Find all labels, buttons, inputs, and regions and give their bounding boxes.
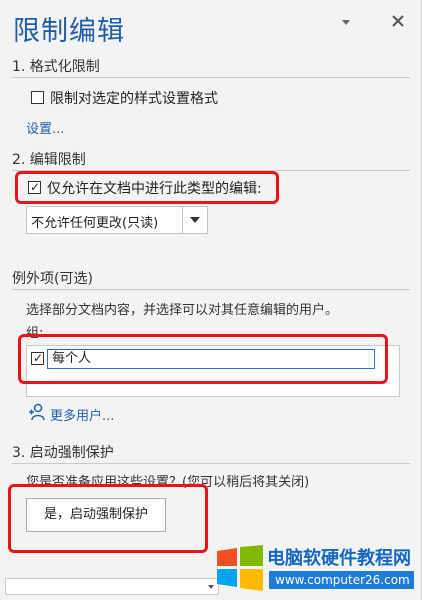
caret-down-icon	[190, 217, 200, 223]
format-restriction-label: 限制对选定的样式设置格式	[50, 91, 218, 107]
checkmark-icon: ✓	[30, 180, 41, 194]
highlight-box	[8, 484, 208, 553]
chevron-down-icon	[342, 20, 350, 25]
exceptions-description: 选择部分文档内容，并选择可以对其任意编辑的用户。	[26, 303, 339, 318]
restrict-editing-pane: 限制编辑 1. 格式化限制 限制对选定的样式设置格式 设置... 2. 编辑限制…	[0, 0, 422, 600]
exceptions-title: 例外项(可选)	[12, 271, 93, 287]
editing-type-select[interactable]: 不允许任何更改(只读)	[26, 206, 208, 234]
watermark: 电脑软硬件教程网 www.computer26.com	[215, 541, 420, 597]
windows-logo-icon	[217, 545, 263, 591]
divider	[12, 463, 410, 464]
highlight-box	[18, 334, 388, 384]
bottom-scroll-bar[interactable]	[5, 578, 219, 595]
editing-restriction-label: 仅允许在文档中进行此类型的编辑:	[47, 181, 262, 197]
close-icon	[392, 15, 404, 27]
editing-restriction-checkbox[interactable]: ✓	[28, 180, 41, 194]
pane-options-button[interactable]	[338, 14, 354, 30]
format-restriction-checkbox[interactable]	[31, 91, 44, 104]
more-users-link[interactable]: 更多用户...	[50, 405, 114, 424]
close-button[interactable]	[389, 12, 407, 30]
dropdown-arrow[interactable]	[182, 207, 207, 233]
divider	[12, 289, 410, 290]
pane-title: 限制编辑	[13, 16, 125, 47]
more-users-icon	[27, 403, 45, 421]
enforcement-section-title: 3. 启动强制保护	[12, 445, 114, 461]
editing-type-value: 不允许任何更改(只读)	[31, 216, 159, 231]
formatting-section-title: 1. 格式化限制	[12, 59, 100, 75]
divider	[12, 77, 410, 78]
watermark-url: www.computer26.com	[269, 571, 414, 589]
watermark-title: 电脑软硬件教程网	[267, 548, 411, 569]
editing-section-title: 2. 编辑限制	[12, 152, 86, 168]
settings-link[interactable]: 设置...	[26, 118, 64, 137]
